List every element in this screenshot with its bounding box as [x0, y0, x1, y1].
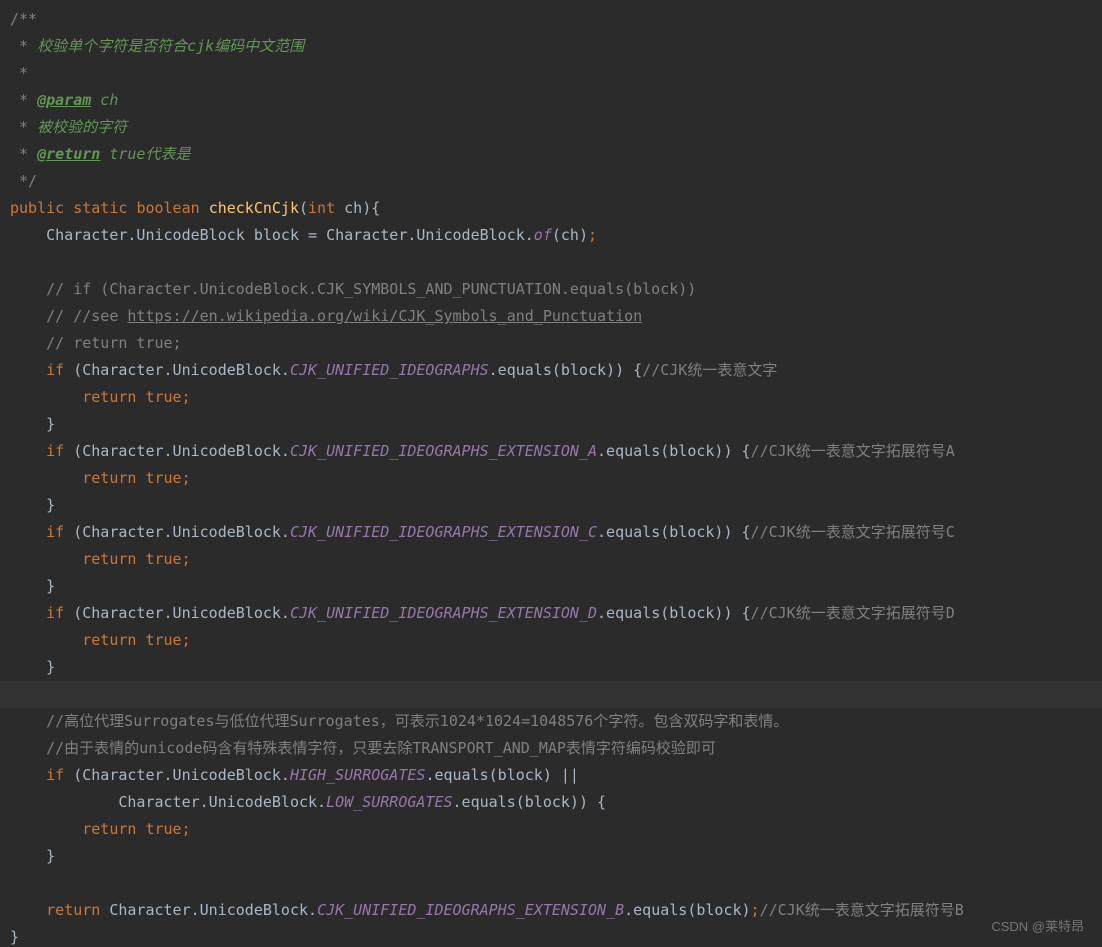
cond-post-or: .equals(block) || [425, 766, 579, 784]
ret-post: .equals(block) [624, 901, 750, 919]
eol-comment: //CJK统一表意文字拓展符号A [751, 442, 955, 460]
comment-line: // if (Character.UnicodeBlock.CJK_SYMBOL… [46, 280, 696, 298]
kw-boolean: boolean [136, 199, 199, 217]
decl-args: (ch) [552, 226, 588, 244]
kw-true: true [145, 550, 181, 568]
semicolon: ; [182, 469, 191, 487]
ret-pre: Character.UnicodeBlock. [109, 901, 317, 919]
eol-comment: //CJK统一表意文字拓展符号C [751, 523, 955, 541]
eol-comment: //CJK统一表意文字 [642, 361, 777, 379]
brace-close-method: } [10, 928, 19, 946]
semicolon: ; [182, 550, 191, 568]
low-pre: Character.UnicodeBlock. [118, 793, 326, 811]
const-low-surr: LOW_SURROGATES [326, 793, 452, 811]
comment-line: // //see [46, 307, 127, 325]
comment-line: //由于表情的unicode码含有特殊表情字符，只要去除TRANSPORT_AN… [46, 739, 716, 757]
call-of: of [534, 226, 552, 244]
kw-return: return [46, 901, 100, 919]
const-cjk-ext-d: CJK_UNIFIED_IDEOGRAPHS_EXTENSION_D [290, 604, 597, 622]
code-editor[interactable]: /** * 校验单个字符是否符合cjk编码中文范围 * * @param ch … [0, 0, 1102, 947]
cond-pre: (Character.UnicodeBlock. [73, 442, 290, 460]
cond-pre: (Character.UnicodeBlock. [73, 361, 290, 379]
kw-true: true [145, 388, 181, 406]
brace-close: } [46, 496, 55, 514]
doc-summary: 校验单个字符是否符合cjk编码中文范围 [28, 37, 304, 55]
kw-if: if [46, 766, 64, 784]
kw-return: return [82, 550, 136, 568]
comment-line: // return true; [46, 334, 181, 352]
doc-close: */ [10, 172, 37, 190]
comment-line: //高位代理Surrogates与低位代理Surrogates，可表示1024*… [46, 712, 788, 730]
doc-star: * [10, 37, 28, 55]
brace-close: } [46, 847, 55, 865]
param-name: ch [91, 91, 118, 109]
kw-true: true [145, 469, 181, 487]
param-ch: ch [344, 199, 362, 217]
brace-close: } [46, 577, 55, 595]
cond-pre: (Character.UnicodeBlock. [73, 604, 290, 622]
semicolon: ; [182, 388, 191, 406]
param-tag: @param [37, 91, 91, 109]
return-desc: true代表是 [100, 145, 190, 163]
doc-open: /** [10, 10, 37, 28]
semicolon: ; [182, 820, 191, 838]
decl-lhs: Character.UnicodeBlock block = Character… [46, 226, 534, 244]
param-desc: 被校验的字符 [28, 118, 127, 136]
paren-open: ( [299, 199, 308, 217]
const-cjk-ext-a: CJK_UNIFIED_IDEOGRAPHS_EXTENSION_A [290, 442, 597, 460]
kw-if: if [46, 361, 64, 379]
cond-post: .equals(block)) { [597, 442, 751, 460]
kw-public: public [10, 199, 64, 217]
brace-close: } [46, 658, 55, 676]
const-cjk-ext-b: CJK_UNIFIED_IDEOGRAPHS_EXTENSION_B [317, 901, 624, 919]
kw-return: return [82, 469, 136, 487]
cond-pre: (Character.UnicodeBlock. [73, 766, 290, 784]
kw-static: static [73, 199, 127, 217]
semicolon: ; [182, 631, 191, 649]
kw-int: int [308, 199, 335, 217]
doc-star: * [10, 64, 28, 82]
const-cjk-ext-c: CJK_UNIFIED_IDEOGRAPHS_EXTENSION_C [290, 523, 597, 541]
const-cjk: CJK_UNIFIED_IDEOGRAPHS [290, 361, 489, 379]
kw-return: return [82, 631, 136, 649]
eol-comment: //CJK统一表意文字拓展符号B [760, 901, 964, 919]
semicolon: ; [751, 901, 760, 919]
cond-post-end: .equals(block)) { [453, 793, 607, 811]
cond-post: .equals(block)) { [489, 361, 643, 379]
paren-close-brace: ){ [362, 199, 380, 217]
kw-if: if [46, 523, 64, 541]
cond-pre: (Character.UnicodeBlock. [73, 523, 290, 541]
kw-return: return [82, 388, 136, 406]
semicolon: ; [588, 226, 597, 244]
kw-true: true [145, 820, 181, 838]
doc-star: * [10, 145, 37, 163]
kw-if: if [46, 604, 64, 622]
doc-star: * [10, 118, 28, 136]
const-high-surr: HIGH_SURROGATES [290, 766, 425, 784]
cond-post: .equals(block)) { [597, 604, 751, 622]
doc-star: * [10, 91, 37, 109]
method-name: checkCnCjk [209, 199, 299, 217]
comment-link: https://en.wikipedia.org/wiki/CJK_Symbol… [127, 307, 642, 325]
brace-close: } [46, 415, 55, 433]
kw-return: return [82, 820, 136, 838]
cond-post: .equals(block)) { [597, 523, 751, 541]
return-tag: @return [37, 145, 100, 163]
eol-comment: //CJK统一表意文字拓展符号D [751, 604, 955, 622]
kw-if: if [46, 442, 64, 460]
kw-true: true [145, 631, 181, 649]
watermark: CSDN @莱特昂 [991, 916, 1084, 935]
